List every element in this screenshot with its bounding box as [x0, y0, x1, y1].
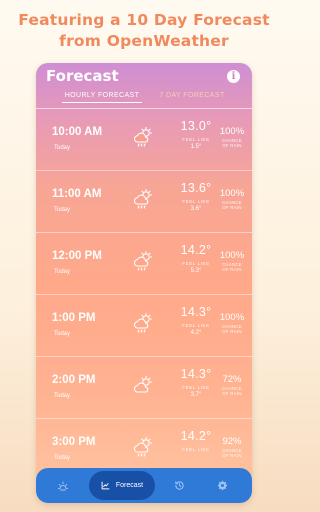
forecast-row[interactable]: 11:00 AM Today 13.6° FEEL LIKE 3.6° 100%…	[36, 170, 252, 232]
forecast-day: Today	[54, 331, 71, 337]
page-title: Forecast	[46, 67, 119, 85]
promo-line-2: from OpenWeather	[59, 32, 229, 50]
forecast-temp: 14.3°	[180, 305, 212, 319]
promo-headline: Featuring a 10 Day Forecast from OpenWea…	[0, 10, 288, 52]
cloud-rain-sun-icon	[134, 312, 153, 333]
chart-icon	[101, 481, 110, 490]
forecast-temp: 13.6°	[180, 181, 212, 195]
feels-like-label: FEEL LIKE	[182, 323, 210, 328]
rain-chance-label: CHANCE OF RAIN	[222, 138, 242, 148]
forecast-temp: 14.3°	[180, 367, 212, 381]
tab-hourly-forecast[interactable]: HOURLY FORECAST	[62, 92, 142, 103]
bottom-nav: Forecast	[36, 468, 252, 503]
tab-7-day-forecast[interactable]: 7 DAY FORECAST	[152, 92, 232, 99]
feels-like-value: 3.7°	[190, 392, 202, 398]
rain-chance-label: CHANCE OF RAIN	[222, 448, 242, 458]
feels-like-value: 3.6°	[190, 206, 202, 212]
forecast-time: 1:00 PM	[52, 312, 96, 324]
forecast-time: 2:00 PM	[52, 374, 96, 386]
rain-chance: 100%	[219, 188, 245, 199]
forecast-day: Today	[54, 393, 71, 399]
feels-like-label: FEEL LIKE	[182, 261, 210, 266]
cloud-rain-sun-icon	[134, 188, 153, 209]
nav-current-weather[interactable]	[50, 468, 76, 503]
app-screen: Forecast i HOURLY FORECAST 7 DAY FORECAS…	[36, 63, 252, 503]
nav-settings[interactable]	[209, 468, 235, 503]
feels-like-label: FEEL LIKE	[182, 447, 210, 452]
forecast-temp: 14.2°	[180, 429, 212, 443]
rain-chance-label: CHANCE OF RAIN	[222, 386, 242, 396]
feels-like-label: FEEL LIKE	[182, 137, 210, 142]
forecast-time: 3:00 PM	[52, 436, 96, 448]
nav-forecast[interactable]: Forecast	[89, 471, 155, 500]
feels-like-value: 5.3°	[190, 268, 202, 274]
forecast-temp: 13.0°	[180, 119, 212, 133]
forecast-row[interactable]: 1:00 PM Today 14.3° FEEL LIKE 4.2° 100% …	[36, 294, 252, 356]
cloud-rain-sun-icon	[134, 250, 153, 271]
rain-chance: 72%	[222, 374, 242, 385]
nav-forecast-label: Forecast	[115, 482, 144, 489]
hourly-forecast-list: 10:00 AM Today 13.0° FEEL LIKE 1.5° 100%…	[36, 108, 252, 480]
forecast-day: Today	[54, 207, 71, 213]
gear-icon	[217, 480, 227, 491]
rain-chance-label: CHANCE OF RAIN	[222, 262, 242, 272]
cloud-sun-icon	[134, 375, 153, 393]
rain-chance-label: CHANCE OF RAIN	[222, 200, 242, 210]
promo-line-1: Featuring a 10 Day Forecast	[18, 11, 270, 29]
forecast-day: Today	[54, 269, 71, 275]
forecast-temp: 14.2°	[180, 243, 212, 257]
rain-chance-label: CHANCE OF RAIN	[222, 324, 242, 334]
forecast-tabs: HOURLY FORECAST 7 DAY FORECAST	[36, 92, 252, 108]
forecast-row[interactable]: 2:00 PM Today 14.3° FEEL LIKE 3.7° 72% C…	[36, 356, 252, 418]
rain-chance: 100%	[219, 312, 245, 323]
forecast-day: Today	[54, 455, 71, 461]
nav-history[interactable]	[166, 468, 192, 503]
cloud-rain-sun-icon	[134, 126, 153, 147]
feels-like-value: 4.2°	[190, 330, 202, 336]
forecast-time: 11:00 AM	[52, 188, 102, 200]
rain-chance: 100%	[219, 250, 245, 261]
forecast-row[interactable]: 12:00 PM Today 14.2° FEEL LIKE 5.3° 100%…	[36, 232, 252, 294]
forecast-time: 12:00 PM	[52, 250, 102, 262]
history-icon	[174, 481, 184, 490]
sun-icon	[58, 481, 68, 490]
forecast-day: Today	[54, 145, 71, 151]
feels-like-label: FEEL LIKE	[182, 199, 210, 204]
cloud-rain-sun-icon	[134, 436, 153, 457]
forecast-row[interactable]: 10:00 AM Today 13.0° FEEL LIKE 1.5° 100%…	[36, 108, 252, 170]
rain-chance: 100%	[219, 126, 245, 137]
info-icon[interactable]: i	[227, 70, 240, 83]
rain-chance: 92%	[222, 436, 242, 447]
feels-like-value: 1.5°	[190, 144, 202, 150]
feels-like-label: FEEL LIKE	[182, 385, 210, 390]
forecast-time: 10:00 AM	[52, 126, 103, 138]
